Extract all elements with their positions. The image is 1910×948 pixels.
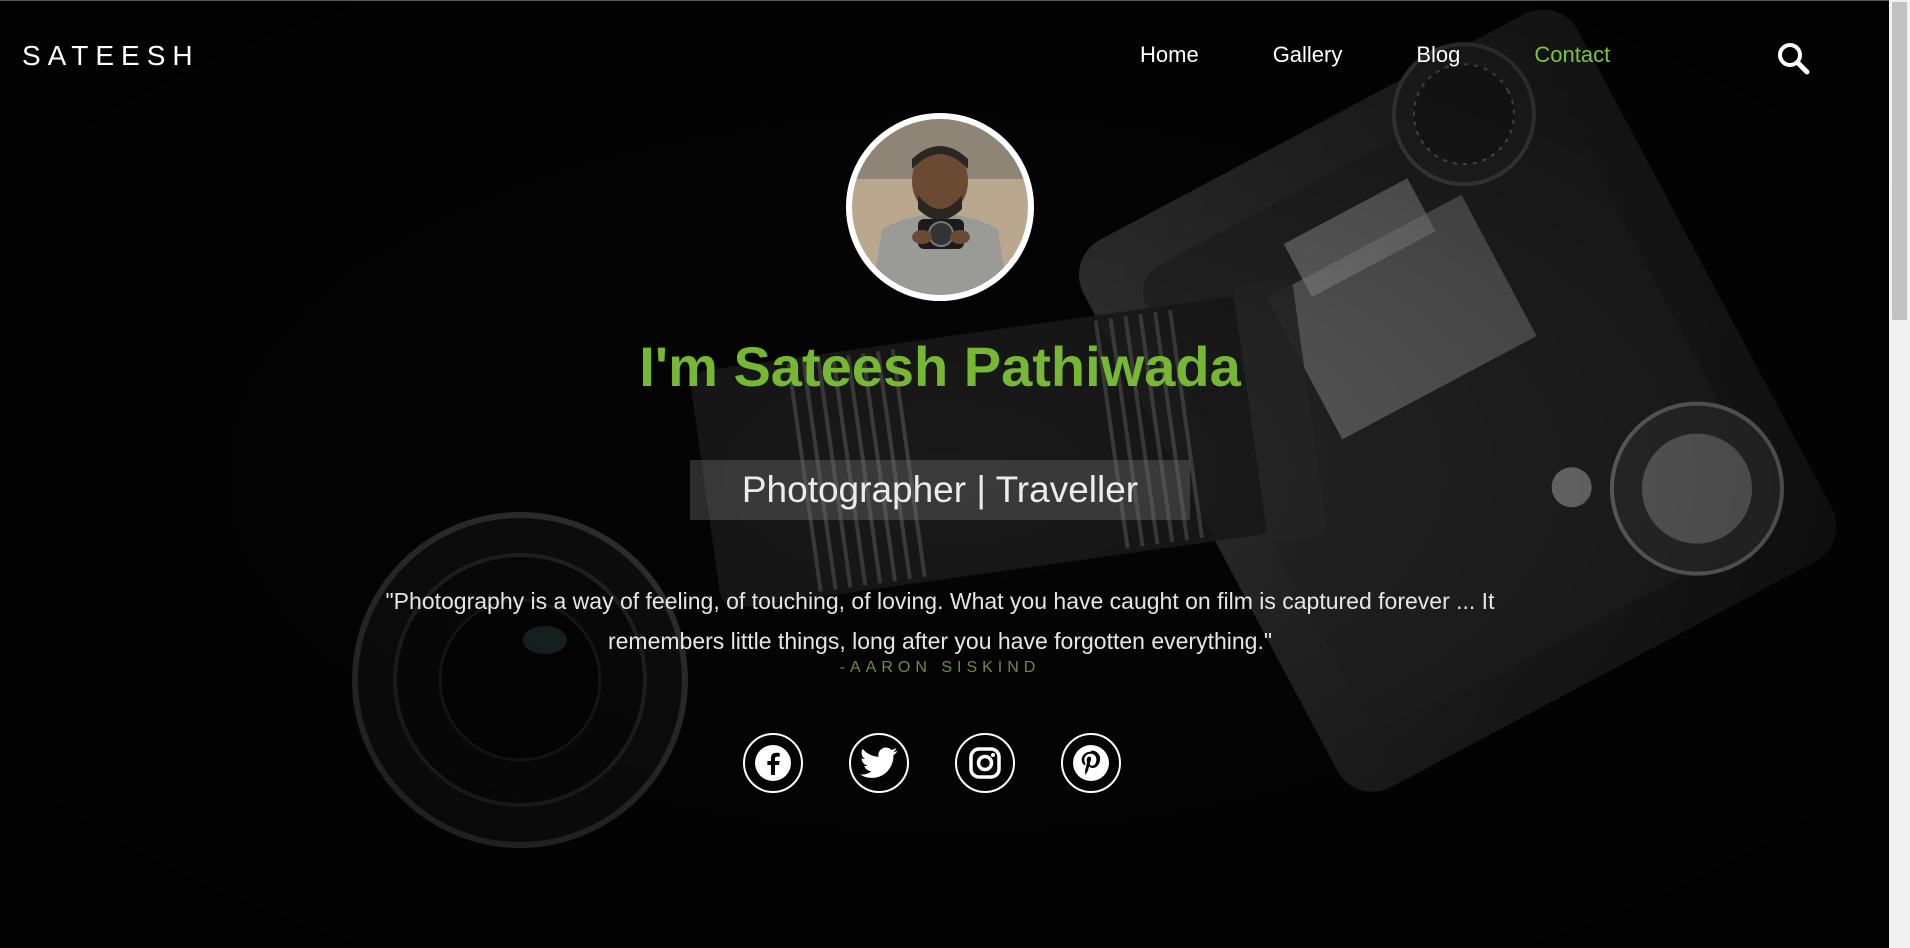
facebook-icon: [755, 745, 791, 781]
scrollbar-thumb[interactable]: [1892, 2, 1907, 320]
profile-photo: [852, 119, 1028, 295]
search-icon: [1778, 43, 1810, 75]
twitter-icon: [860, 747, 898, 778]
site-logo[interactable]: SATEESH: [22, 40, 200, 72]
instagram-icon: [969, 747, 1001, 779]
social-links: [743, 733, 1167, 793]
quote-author: -AARON SISKIND: [839, 659, 1041, 676]
hero-subtitle: Photographer | Traveller: [690, 460, 1190, 520]
main-nav: Home Gallery Blog Contact: [1140, 42, 1684, 68]
nav-item-contact[interactable]: Contact: [1534, 42, 1610, 68]
pinterest-link[interactable]: [1061, 733, 1121, 793]
page: SATEESH Home Gallery Blog Contact I'm Sa…: [0, 0, 1910, 948]
avatar: [846, 113, 1034, 301]
hero-title: I'm Sateesh Pathiwada: [639, 335, 1241, 398]
pinterest-icon: [1073, 745, 1109, 781]
nav-item-home[interactable]: Home: [1140, 42, 1199, 68]
instagram-link[interactable]: [955, 733, 1015, 793]
hero-quote: "Photography is a way of feeling, of tou…: [385, 588, 1495, 654]
search-button[interactable]: [1776, 41, 1810, 75]
nav-item-blog[interactable]: Blog: [1416, 42, 1460, 68]
nav-item-gallery[interactable]: Gallery: [1273, 42, 1343, 68]
facebook-link[interactable]: [743, 733, 803, 793]
twitter-link[interactable]: [849, 733, 909, 793]
top-border: [0, 0, 1910, 1]
vertical-scrollbar[interactable]: [1889, 0, 1910, 948]
